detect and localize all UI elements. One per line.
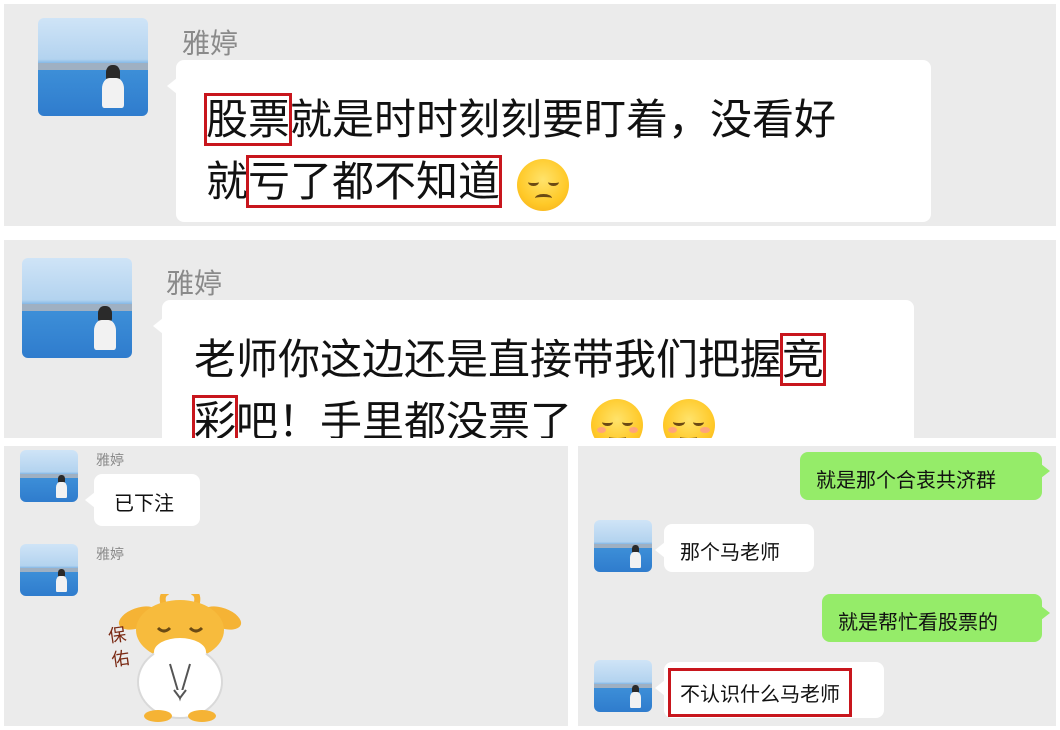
chat-panel-4: 就是那个合衷共济群 那个马老师 就是帮忙看股票的 不认识什么马老师 [578,446,1056,726]
avatar[interactable] [594,520,652,572]
message-text: 就是帮忙看股票的 [838,610,998,634]
message-bubble[interactable]: 老师你这边还是直接带我们把握竞 彩吧！手里都没票了 [153,300,914,438]
message-text: 已下注 [114,491,174,515]
message-bubble[interactable]: 股票就是时时刻刻要盯着，没看好 就亏了都不知道 [167,60,931,222]
message-line-2: 彩吧！手里都没票了 [191,388,715,438]
highlight-box: 彩 [191,395,239,438]
highlight-box: 不认识什么马老师 [668,668,852,717]
message-bubble[interactable]: 那个马老师 [655,524,814,572]
sent-message-bubble[interactable]: 就是那个合衷共济群 [800,452,1050,500]
chat-panel-3: 雅婷 已下注 雅婷 保佑 [4,446,568,726]
sender-name: 雅婷 [182,27,239,60]
avatar[interactable] [22,258,132,358]
highlight-box: 竞 [780,333,827,386]
avatar[interactable] [594,660,652,712]
message-text: 就是时时刻刻要盯着，没看好 [290,95,837,144]
chat-panel-1: 雅婷 股票就是时时刻刻要盯着，没看好 就亏了都不知道 [4,4,1056,226]
cow-praying-sticker[interactable]: 保佑 [104,594,244,724]
message-bubble[interactable]: 已下注 [85,474,200,526]
avatar[interactable] [38,18,148,116]
message-line-2: 就亏了都不知道 [206,148,570,211]
sent-message-bubble[interactable]: 就是帮忙看股票的 [822,594,1050,642]
pensive-face-icon [517,158,570,211]
message-text: 就是那个合衷共济群 [816,468,996,492]
sender-name: 雅婷 [166,267,223,300]
message-text: 吧！手里都没票了 [236,397,573,438]
smiling-face-icon [662,398,715,438]
message-line-1: 股票就是时时刻刻要盯着，没看好 [203,86,837,147]
message-text: 那个马老师 [680,540,780,564]
avatar[interactable] [20,450,78,502]
message-text: 就 [206,157,249,206]
message-bubble[interactable]: 不认识什么马老师 [655,662,884,718]
sender-name: 雅婷 [96,453,124,469]
highlight-box: 股票 [203,93,293,146]
smiling-face-icon [591,398,644,438]
message-text: 老师你这边还是直接带我们把握 [194,335,783,384]
message-line-1: 老师你这边还是直接带我们把握竞 [194,326,827,387]
chat-panel-2: 雅婷 老师你这边还是直接带我们把握竞 彩吧！手里都没票了 [4,240,1056,438]
avatar[interactable] [20,544,78,596]
sender-name: 雅婷 [96,547,124,563]
highlight-box: 亏了都不知道 [246,155,503,208]
